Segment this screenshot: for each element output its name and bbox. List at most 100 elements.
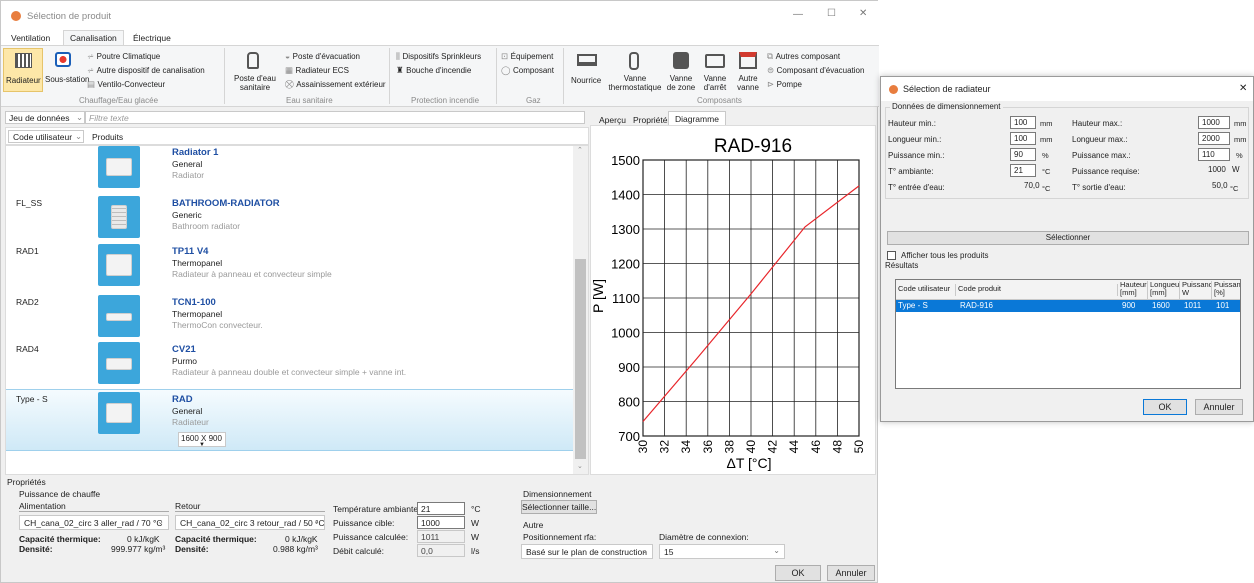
col-puissance-w[interactable]: Puissance W (1182, 281, 1212, 299)
nourrice-button[interactable]: Nourrice (569, 50, 605, 94)
bouche-incendie-button[interactable]: ♜ Bouche d'incendie (396, 65, 471, 76)
temperature-ambiante-input[interactable]: 21 (417, 502, 465, 515)
dialog-title-bar: Sélection de radiateur ✕ (881, 77, 1253, 101)
puissance-chauffe-label: Puissance de chauffe (19, 489, 101, 499)
list-item[interactable]: RAD4 CV21 Purmo Radiateur à panneau doub… (6, 340, 582, 388)
tab-diagramme[interactable]: Diagramme (668, 111, 726, 126)
group-divider (563, 48, 564, 104)
col-code-utilisateur[interactable]: Code utilisateur (898, 284, 956, 296)
dialog-close-button[interactable]: ✕ (1239, 83, 1247, 94)
group-divider (224, 48, 225, 104)
y-axis-label: P [W] (591, 279, 606, 313)
table-row[interactable]: Type - S RAD-916 900 1600 1011 101 (896, 300, 1240, 312)
sprinkleurs-button[interactable]: ⫼ Dispositifs Sprinkleurs (396, 51, 481, 62)
col-puissance-pct[interactable]: Puissance [%] (1214, 281, 1240, 299)
scroll-thumb[interactable] (575, 259, 586, 459)
size-dropdown[interactable]: 1600 X 900 ▼ (178, 432, 226, 448)
radiator-selection-dialog: Sélection de radiateur ✕ Données de dime… (880, 76, 1254, 422)
puissance-cible-input[interactable]: 1000 (417, 516, 465, 529)
pompe-button[interactable]: ⊳ Pompe (767, 79, 802, 90)
sous-station-button[interactable]: Sous-station (45, 48, 89, 92)
dialog-ok-button[interactable]: OK (1143, 399, 1187, 415)
radiateur-button[interactable]: Radiateur (3, 48, 43, 92)
annuler-button[interactable]: Annuler (827, 565, 875, 581)
beam-icon: ⩫ (87, 51, 95, 61)
longueur-min-input[interactable]: 100 (1010, 132, 1036, 145)
x-tick-label: 38 (722, 440, 736, 454)
properties-title: Propriétés (7, 477, 46, 487)
hauteur-min-input[interactable]: 100 (1010, 116, 1036, 129)
puissance-min-input[interactable]: 90 (1010, 148, 1036, 161)
vanne-arret-button[interactable]: Vanne d'arrêt (699, 50, 731, 94)
code-utilisateur-column[interactable]: Code utilisateur ⌄ (8, 130, 84, 143)
col-hauteur[interactable]: Hauteur [mm] (1120, 281, 1148, 299)
vanne-zone-button[interactable]: Vanne de zone (665, 50, 697, 94)
list-item[interactable]: RAD2 TCN1-100 Thermopanel ThermoCon conv… (6, 293, 582, 341)
scroll-down-icon[interactable]: ⌄ (577, 462, 583, 470)
list-item[interactable]: Radiator 1 General Radiator (6, 146, 582, 192)
autres-composant-button[interactable]: ⧉ Autres composant (767, 51, 840, 62)
autre-vanne-button[interactable]: Autre vanne (733, 50, 763, 94)
y-tick-label: 1000 (611, 326, 640, 341)
retour-combo[interactable]: CH_cana_02_circ 3 retour_rad / 50 °C ⌄ (175, 515, 325, 530)
group-divider (496, 48, 497, 104)
puissance-max-input[interactable]: 110 (1198, 148, 1230, 161)
t-ambiante-input[interactable]: 21 (1010, 164, 1036, 177)
col-code-produit[interactable]: Code produit (958, 284, 1118, 296)
ok-button[interactable]: OK (775, 565, 821, 581)
list-scrollbar[interactable]: ⌃ ⌄ (573, 146, 588, 474)
chart-title: RAD-916 (714, 136, 792, 157)
radiateur-ecs-button[interactable]: ▦ Radiateur ECS (285, 65, 349, 76)
assainissement-button[interactable]: ⛒ Assainissement extérieur (285, 79, 386, 90)
poutre-climatique-button[interactable]: ⩫ Poutre Climatique (87, 51, 160, 62)
vanne-thermostatique-button[interactable]: Vanne thermostatique (607, 50, 663, 94)
puissance-calculee-field: 1011 (417, 530, 465, 543)
y-tick-label: 700 (618, 429, 640, 444)
gaz-equipement-button[interactable]: ⊡ Équipement (501, 51, 553, 62)
poste-eau-sanitaire-button[interactable]: Poste d'eau sanitaire (233, 50, 277, 94)
maximize-button[interactable]: ☐ (827, 8, 836, 19)
autre-dispositif-button[interactable]: ⩫ Autre dispositif de canalisation (87, 65, 205, 76)
alimentation-label: Alimentation (19, 501, 169, 512)
x-tick-label: 46 (809, 440, 823, 454)
drain-component-icon: ⊜ (767, 65, 775, 75)
results-table: Code utilisateur Code produit Hauteur [m… (895, 279, 1241, 389)
positionnement-combo[interactable]: Basé sur le plan de construction ⌄ (521, 544, 653, 559)
diametre-combo[interactable]: 15 ⌄ (659, 544, 785, 559)
scroll-up-icon[interactable]: ⌃ (577, 146, 583, 154)
composant-evacuation-button[interactable]: ⊜ Composant d'évacuation (767, 65, 864, 76)
selectionner-button[interactable]: Sélectionner (887, 231, 1249, 245)
col-longueur[interactable]: Longueur [mm] (1150, 281, 1180, 299)
gas-component-icon: ◯ (501, 65, 511, 75)
group-label-gaz: Gaz (526, 96, 541, 105)
properties-panel: Propriétés Puissance de chauffe Alimenta… (5, 477, 875, 563)
chevron-down-icon: ⌄ (641, 546, 648, 555)
chart-panel: RAD-916 P [W] ΔT [°C] 30 32 34 36 38 40 42 44 46… (590, 125, 876, 475)
x-tick-label: 44 (787, 440, 801, 454)
alimentation-combo[interactable]: CH_cana_02_circ 3 aller_rad / 70 °C ⌄ (19, 515, 169, 530)
tab-ventilation[interactable]: Ventilation (5, 31, 56, 45)
thermo-valve-icon (629, 52, 639, 70)
pipe-device-icon: ⩫ (87, 65, 95, 75)
pump-icon: ⊳ (767, 79, 775, 89)
filter-input[interactable]: Filtre texte (85, 111, 585, 124)
chevron-down-icon: ⌄ (313, 517, 320, 526)
tab-electrique[interactable]: Électrique (127, 31, 177, 45)
tab-canalisation[interactable]: Canalisation (63, 30, 124, 45)
poste-evacuation-button[interactable]: ◒ Poste d'évacuation (285, 51, 360, 61)
produits-column[interactable]: Produits (92, 132, 123, 142)
hauteur-max-input[interactable]: 1000 (1198, 116, 1230, 129)
list-item[interactable]: FL_SS BATHROOM-RADIATOR Generic Bathroom… (6, 194, 582, 242)
dialog-annuler-button[interactable]: Annuler (1195, 399, 1243, 415)
minimize-button[interactable]: — (793, 9, 803, 20)
main-window: Sélection de produit — ☐ ✕ Ventilation C… (0, 0, 879, 583)
faucet-icon (247, 52, 259, 69)
dataset-dropdown[interactable]: Jeu de données ⌄ (5, 111, 85, 124)
close-button[interactable]: ✕ (859, 8, 867, 19)
selectionner-taille-button[interactable]: Sélectionner taille... (521, 500, 597, 514)
list-item[interactable]: RAD1 TP11 V4 Thermopanel Radiateur à pan… (6, 242, 582, 290)
list-item-selected[interactable]: Type - S RAD General Radiateur 1600 X 90… (6, 389, 582, 451)
longueur-max-input[interactable]: 2000 (1198, 132, 1230, 145)
ventilo-convecteur-button[interactable]: ▤ Ventilo-Convecteur (87, 79, 165, 90)
gaz-composant-button[interactable]: ◯ Composant (501, 65, 554, 76)
